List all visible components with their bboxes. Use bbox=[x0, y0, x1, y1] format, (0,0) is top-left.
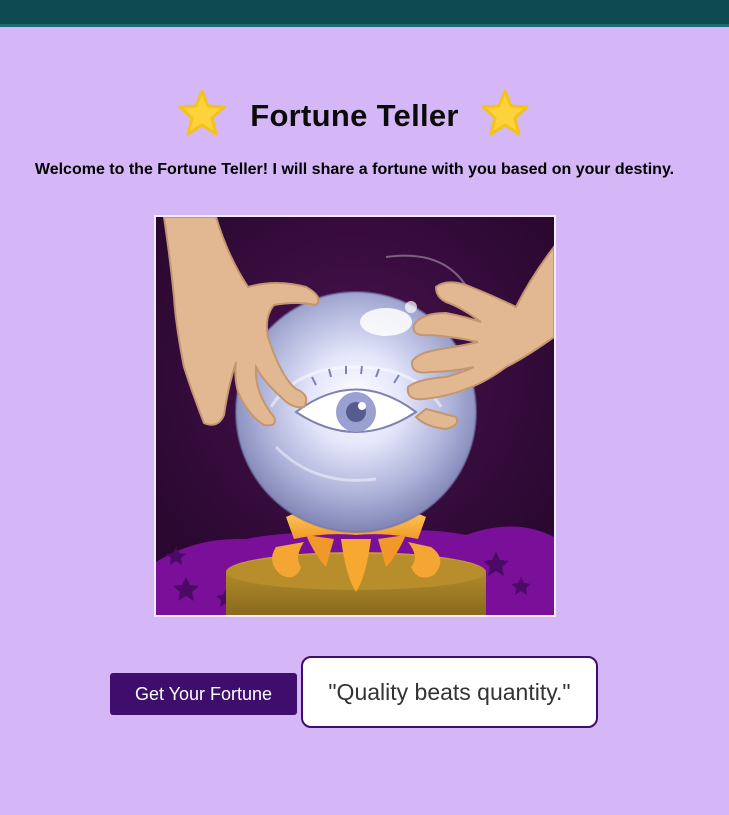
top-bar bbox=[0, 0, 729, 27]
crystal-ball-image bbox=[154, 215, 556, 617]
page-title: Fortune Teller bbox=[250, 98, 459, 133]
welcome-text: Welcome to the Fortune Teller! I will sh… bbox=[34, 161, 675, 178]
star-icon bbox=[481, 89, 529, 136]
fortune-display: "Quality beats quantity." bbox=[301, 656, 598, 728]
get-fortune-button[interactable]: Get Your Fortune bbox=[110, 673, 297, 715]
header: Fortune Teller bbox=[0, 88, 729, 148]
crystal-ball-illustration bbox=[156, 217, 554, 615]
fortune-text: "Quality beats quantity." bbox=[328, 678, 571, 705]
